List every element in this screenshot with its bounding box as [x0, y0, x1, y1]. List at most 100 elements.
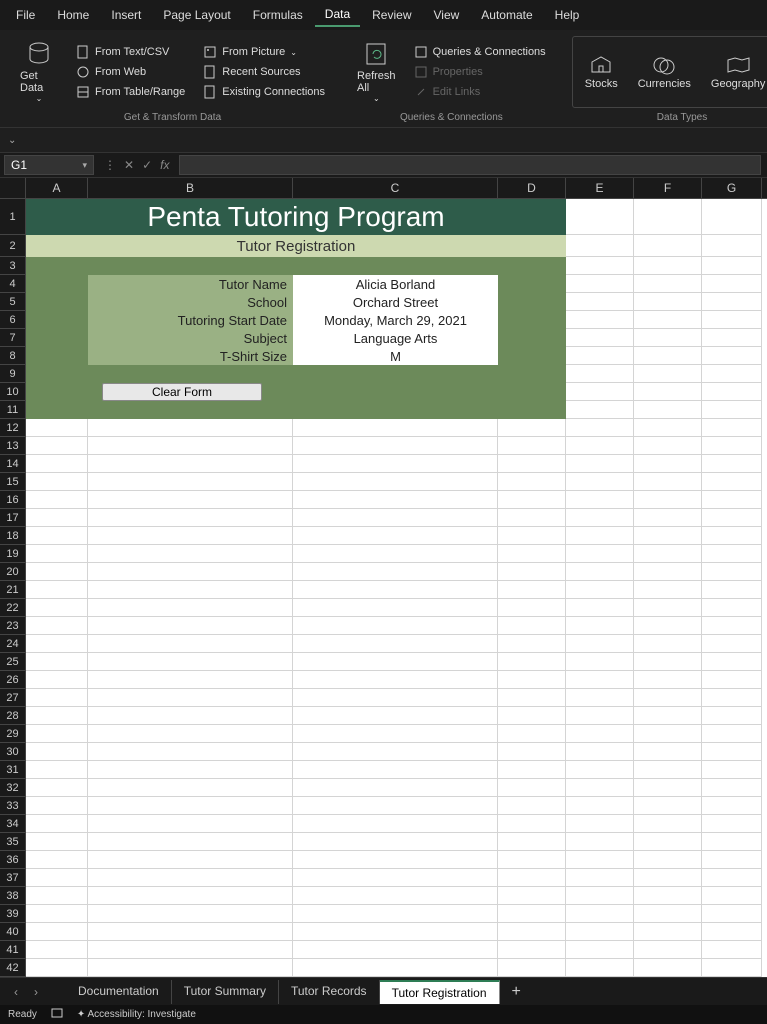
row-header-5[interactable]: 5: [0, 293, 26, 311]
from-picture-button[interactable]: From Picture ⌄: [197, 43, 331, 61]
row-header-36[interactable]: 36: [0, 851, 26, 869]
field-value-input[interactable]: Monday, March 29, 2021: [293, 311, 498, 329]
row-header-2[interactable]: 2: [0, 235, 26, 257]
row-header-3[interactable]: 3: [0, 257, 26, 275]
select-all-corner[interactable]: [0, 178, 26, 198]
grid[interactable]: Penta Tutoring ProgramTutor Registration…: [26, 199, 767, 977]
enter-icon[interactable]: ✓: [142, 158, 152, 172]
menu-view[interactable]: View: [424, 4, 470, 26]
column-header-A[interactable]: A: [26, 178, 88, 198]
geography-datatype[interactable]: Geography: [701, 52, 767, 92]
ribbon: Get Data ⌄ From Text/CSV From Web From T…: [0, 30, 767, 128]
field-value-input[interactable]: Language Arts: [293, 329, 498, 347]
row-header-27[interactable]: 27: [0, 689, 26, 707]
cancel-icon[interactable]: ✕: [124, 158, 134, 172]
recent-sources-button[interactable]: Recent Sources: [197, 63, 331, 81]
sheet-tab-documentation[interactable]: Documentation: [66, 980, 172, 1004]
row-header-14[interactable]: 14: [0, 455, 26, 473]
field-value-input[interactable]: Orchard Street: [293, 293, 498, 311]
fx-icon[interactable]: fx: [160, 158, 169, 172]
row-header-10[interactable]: 10: [0, 383, 26, 401]
row-header-8[interactable]: 8: [0, 347, 26, 365]
menu-review[interactable]: Review: [362, 4, 421, 26]
stocks-datatype[interactable]: Stocks: [575, 52, 628, 92]
row-header-30[interactable]: 30: [0, 743, 26, 761]
fbar-menu-icon[interactable]: ⋮: [104, 158, 116, 172]
from-text-csv-button[interactable]: From Text/CSV: [70, 43, 191, 61]
row-header-26[interactable]: 26: [0, 671, 26, 689]
row-header-23[interactable]: 23: [0, 617, 26, 635]
field-value-input[interactable]: M: [293, 347, 498, 365]
column-header-B[interactable]: B: [88, 178, 293, 198]
get-data-button[interactable]: Get Data ⌄: [14, 37, 64, 107]
name-box[interactable]: G1▾: [4, 155, 94, 175]
row-header-1[interactable]: 1: [0, 199, 26, 235]
row-header-16[interactable]: 16: [0, 491, 26, 509]
tab-nav-next[interactable]: ›: [26, 985, 46, 999]
add-sheet-button[interactable]: +: [500, 983, 533, 1001]
column-header-G[interactable]: G: [702, 178, 762, 198]
edit-links-button: Edit Links: [408, 83, 552, 101]
column-header-D[interactable]: D: [498, 178, 566, 198]
field-value-input[interactable]: Alicia Borland: [293, 275, 498, 293]
column-header-F[interactable]: F: [634, 178, 702, 198]
row-header-15[interactable]: 15: [0, 473, 26, 491]
menu-home[interactable]: Home: [47, 4, 99, 26]
currencies-datatype[interactable]: Currencies: [628, 52, 701, 92]
row-header-41[interactable]: 41: [0, 941, 26, 959]
menu-formulas[interactable]: Formulas: [243, 4, 313, 26]
from-table-range-button[interactable]: From Table/Range: [70, 83, 191, 101]
row-header-22[interactable]: 22: [0, 599, 26, 617]
row-header-19[interactable]: 19: [0, 545, 26, 563]
menu-insert[interactable]: Insert: [101, 4, 151, 26]
row-header-6[interactable]: 6: [0, 311, 26, 329]
row-header-28[interactable]: 28: [0, 707, 26, 725]
menu-page-layout[interactable]: Page Layout: [153, 4, 240, 26]
sheet-tab-tutor-records[interactable]: Tutor Records: [279, 980, 380, 1004]
sheet-tab-tutor-registration[interactable]: Tutor Registration: [380, 980, 500, 1004]
queries-connections-button[interactable]: Queries & Connections: [408, 43, 552, 61]
row-header-18[interactable]: 18: [0, 527, 26, 545]
row-header-24[interactable]: 24: [0, 635, 26, 653]
menu-help[interactable]: Help: [545, 4, 590, 26]
column-header-C[interactable]: C: [293, 178, 498, 198]
tab-nav-prev[interactable]: ‹: [6, 985, 26, 999]
row-header-21[interactable]: 21: [0, 581, 26, 599]
queries-icon: [414, 45, 428, 59]
row-header-4[interactable]: 4: [0, 275, 26, 293]
row-header-20[interactable]: 20: [0, 563, 26, 581]
column-header-E[interactable]: E: [566, 178, 634, 198]
macro-record-icon[interactable]: [51, 1008, 63, 1021]
existing-connections-button[interactable]: Existing Connections: [197, 83, 331, 101]
status-ready: Ready: [8, 1009, 37, 1020]
ribbon-collapse-chevron[interactable]: ⌄: [8, 135, 16, 146]
row-header-17[interactable]: 17: [0, 509, 26, 527]
from-web-button[interactable]: From Web: [70, 63, 191, 81]
row-header-11[interactable]: 11: [0, 401, 26, 419]
menu-automate[interactable]: Automate: [471, 4, 542, 26]
menu-file[interactable]: File: [6, 4, 45, 26]
row-header-42[interactable]: 42: [0, 959, 26, 977]
menu-data[interactable]: Data: [315, 3, 360, 27]
row-header-35[interactable]: 35: [0, 833, 26, 851]
row-header-31[interactable]: 31: [0, 761, 26, 779]
sheet-tab-tutor-summary[interactable]: Tutor Summary: [172, 980, 279, 1004]
row-header-12[interactable]: 12: [0, 419, 26, 437]
row-header-13[interactable]: 13: [0, 437, 26, 455]
row-header-29[interactable]: 29: [0, 725, 26, 743]
clear-form-button[interactable]: Clear Form: [102, 383, 262, 401]
row-header-25[interactable]: 25: [0, 653, 26, 671]
row-header-38[interactable]: 38: [0, 887, 26, 905]
row-header-32[interactable]: 32: [0, 779, 26, 797]
row-header-39[interactable]: 39: [0, 905, 26, 923]
row-header-33[interactable]: 33: [0, 797, 26, 815]
formula-bar: G1▾ ⋮ ✕ ✓ fx: [0, 152, 767, 178]
row-header-40[interactable]: 40: [0, 923, 26, 941]
row-header-9[interactable]: 9: [0, 365, 26, 383]
refresh-all-button[interactable]: Refresh All ⌄: [351, 37, 402, 107]
row-header-34[interactable]: 34: [0, 815, 26, 833]
row-header-37[interactable]: 37: [0, 869, 26, 887]
formula-input[interactable]: [179, 155, 761, 175]
accessibility-status[interactable]: ✦ Accessibility: Investigate: [77, 1009, 196, 1020]
row-header-7[interactable]: 7: [0, 329, 26, 347]
